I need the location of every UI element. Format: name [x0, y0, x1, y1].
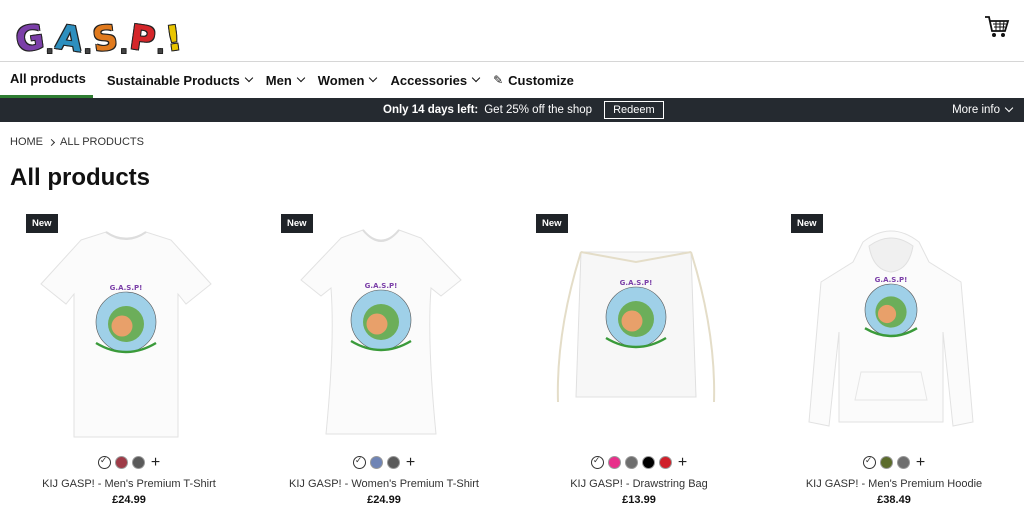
color-swatch[interactable] [352, 455, 366, 469]
nav-label: Sustainable Products [106, 72, 240, 88]
chevron-right-icon [47, 138, 56, 146]
product-price: £13.99 [622, 494, 656, 506]
color-swatch[interactable] [590, 455, 604, 469]
logo-letter: . [119, 34, 128, 58]
chevron-down-icon [296, 73, 306, 83]
site-header: G. A. S. P.! [0, 0, 1024, 62]
svg-text:G.A.S.P!: G.A.S.P! [620, 279, 653, 287]
color-swatches: + [10, 455, 248, 471]
promo-banner: Only 14 days left: Get 25% off the shop … [0, 98, 1024, 122]
chevron-down-icon [369, 73, 378, 83]
chevron-down-icon [244, 73, 254, 83]
nav-label: All products [10, 71, 86, 86]
color-swatch[interactable] [386, 456, 400, 469]
product-image[interactable]: G.A.S.P! [536, 222, 736, 452]
breadcrumb-home[interactable]: HOME [10, 136, 43, 148]
product-image[interactable]: G.A.S.P! [281, 222, 481, 452]
product-price: £38.49 [877, 494, 911, 506]
color-swatch[interactable] [97, 455, 111, 469]
product-name[interactable]: KIJ GASP! - Drawstring Bag [520, 478, 758, 490]
color-swatch[interactable] [369, 456, 383, 469]
chevron-down-icon [471, 73, 481, 83]
new-badge: New [791, 214, 823, 233]
nav-label: Women [317, 72, 365, 88]
product-price: £24.99 [367, 494, 401, 506]
logo-letter: . [156, 34, 165, 58]
color-swatch[interactable] [862, 455, 876, 469]
nav-customize[interactable]: ✎ Customize [493, 62, 574, 98]
more-info-label: More info [952, 104, 1000, 116]
promo-highlight: Only 14 days left: [383, 104, 479, 116]
color-swatch[interactable] [114, 456, 128, 469]
svg-text:G.A.S.P!: G.A.S.P! [875, 276, 908, 284]
color-swatches: + [265, 455, 503, 471]
breadcrumb-current: ALL PRODUCTS [60, 136, 144, 148]
nav-label: Accessories [390, 72, 468, 88]
nav-accessories[interactable]: Accessories [390, 62, 481, 98]
product-card[interactable]: G.A.S.P! New + KIJ GASP! - Women's Premi… [265, 212, 503, 521]
more-colors-icon[interactable]: + [678, 455, 687, 471]
chevron-down-icon [1004, 103, 1014, 113]
product-name[interactable]: KIJ GASP! - Women's Premium T-Shirt [265, 478, 503, 490]
logo-letter: P [126, 17, 158, 61]
product-name[interactable]: KIJ GASP! - Men's Premium Hoodie [775, 478, 1013, 490]
more-info-button[interactable]: More info [952, 98, 1014, 122]
color-swatch[interactable] [879, 456, 893, 469]
svg-text:G.A.S.P!: G.A.S.P! [110, 284, 143, 292]
nav-label: Customize [508, 72, 574, 88]
gasp-logo[interactable]: G. A. S. P.! [13, 10, 185, 61]
color-swatches: + [520, 455, 758, 471]
color-swatches: + [775, 455, 1013, 471]
color-swatch[interactable] [896, 456, 910, 469]
logo-letter: G [13, 17, 47, 61]
nav-all-products[interactable]: All products [0, 62, 93, 98]
main-nav: All products Sustainable Products Men Wo… [0, 62, 1024, 98]
nav-women[interactable]: Women [317, 62, 378, 98]
product-card[interactable]: G.A.S.P! New + KIJ GASP! - Men's Premium… [10, 212, 248, 521]
redeem-button[interactable]: Redeem [604, 101, 664, 119]
pencil-icon: ✎ [493, 73, 504, 87]
more-colors-icon[interactable]: + [406, 455, 415, 471]
more-colors-icon[interactable]: + [916, 455, 925, 471]
product-image[interactable]: G.A.S.P! [26, 222, 226, 452]
color-swatch[interactable] [131, 456, 145, 469]
new-badge: New [536, 214, 568, 233]
logo-letter: ! [163, 18, 185, 60]
logo-letter: . [83, 34, 92, 58]
new-badge: New [26, 214, 58, 233]
logo-letter: A [52, 17, 85, 61]
breadcrumb: HOME ALL PRODUCTS [10, 136, 144, 148]
product-name[interactable]: KIJ GASP! - Men's Premium T-Shirt [10, 478, 248, 490]
nav-sustainable-products[interactable]: Sustainable Products [106, 62, 254, 98]
color-swatch[interactable] [658, 456, 672, 469]
more-colors-icon[interactable]: + [151, 455, 160, 471]
product-price: £24.99 [112, 494, 146, 506]
logo-letter: . [45, 34, 54, 58]
new-badge: New [281, 214, 313, 233]
color-swatch[interactable] [641, 456, 655, 469]
nav-men[interactable]: Men [265, 62, 306, 98]
nav-label: Men [265, 72, 292, 88]
product-image[interactable]: G.A.S.P! [791, 222, 991, 452]
color-swatch[interactable] [607, 456, 621, 469]
svg-text:G.A.S.P!: G.A.S.P! [365, 282, 398, 290]
promo-text: Get 25% off the shop [484, 104, 593, 116]
product-card[interactable]: G.A.S.P! New + KIJ GASP! - Men's Premium… [775, 212, 1013, 521]
color-swatch[interactable] [624, 456, 638, 469]
logo-letter: S [90, 17, 121, 61]
product-card[interactable]: G.A.S.P! New + KIJ GASP! - Drawstring Ba… [520, 212, 758, 521]
page-title: All products [10, 164, 151, 191]
shopping-cart-icon[interactable] [984, 14, 1010, 40]
